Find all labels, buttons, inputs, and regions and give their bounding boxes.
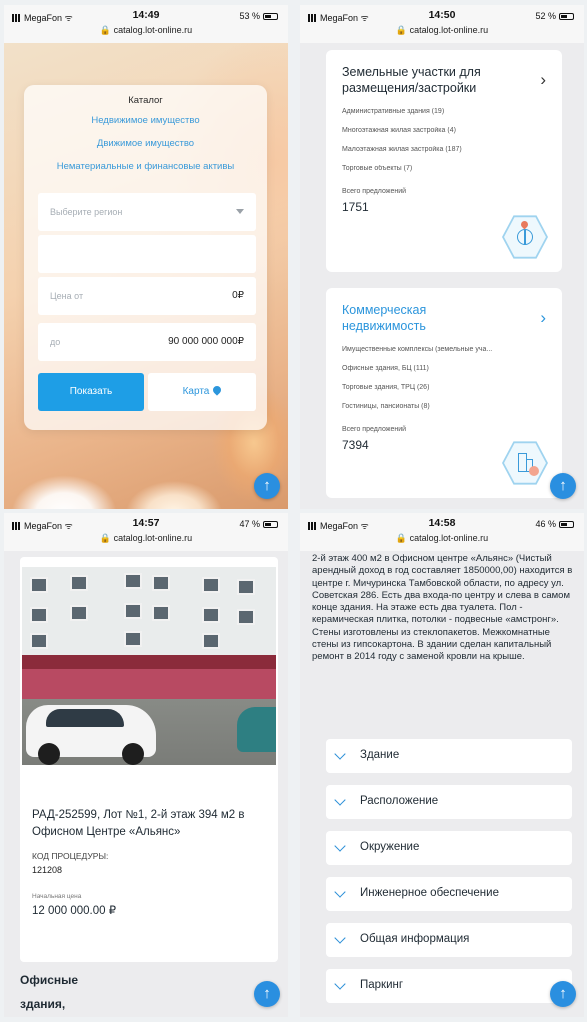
price-to-input[interactable]: до 90 000 000 000₽ [38,323,256,361]
lot-description: 2-й этаж 400 м2 в Офисном центре «Альянс… [312,553,573,663]
url-bar[interactable]: catalog.lot-online.ru [410,533,489,543]
subcategory-item[interactable]: Торговые объекты (7) [342,165,532,172]
globe-pin-icon [502,215,548,259]
section-general-info[interactable]: Общая информация [326,923,572,957]
category-heading: Офисные здания, БЦ [20,968,100,1017]
price-from-value: 0₽ [232,290,244,301]
battery-percent: 47 % [239,519,260,529]
status-bar: MegaFon ᯤ 14:50 52 % 🔒 catalog.lot-onlin… [300,5,584,43]
scroll-up-button[interactable]: ↑ [254,981,280,1007]
status-bar: MegaFon ᯤ 14:58 46 % 🔒 catalog.lot-onlin… [300,513,584,551]
screen-lot-details: MegaFon ᯤ 14:58 46 % 🔒 catalog.lot-onlin… [300,513,584,1017]
scroll-up-button[interactable]: ↑ [550,473,576,499]
lock-icon: 🔒 [395,25,408,35]
battery-icon [263,521,278,528]
subcategory-item[interactable]: Малоэтажная жилая застройка (187) [342,146,532,153]
subcategory-item[interactable]: Торговые здания, ТРЦ (26) [342,384,532,391]
link-movable-property[interactable]: Движимое имущество [24,138,267,149]
price-to-value: 90 000 000 000₽ [168,336,244,347]
map-pin-icon [211,384,224,396]
show-button[interactable]: Показать [38,373,144,411]
chevron-right-icon[interactable]: › [540,308,546,328]
section-label: Здание [360,749,400,761]
subcategory-item[interactable]: Многоэтажная жилая застройка (4) [342,127,532,134]
battery-percent: 53 % [239,11,260,21]
subcategory-item[interactable]: Офисные здания, БЦ (111) [342,365,532,372]
subcategory-item[interactable]: Гостиницы, пансионаты (8) [342,403,532,410]
lot-card[interactable]: РАД-252599, Лот №1, 2-й этаж 394 м2 в Оф… [20,557,278,962]
start-price-value: 12 000 000.00 ₽ [32,905,117,917]
arrow-up-icon: ↑ [559,985,567,1002]
lock-icon: 🔒 [395,533,408,543]
battery-icon [559,13,574,20]
price-to-label: до [50,337,61,347]
chevron-down-icon [334,840,346,852]
start-price-label: Начальная цена [32,893,82,900]
url-bar[interactable]: catalog.lot-online.ru [114,533,193,543]
section-parking[interactable]: Паркинг [326,969,572,1003]
region-select[interactable]: Выберите регион [38,193,256,231]
chevron-down-icon [334,932,346,944]
dropdown-caret-icon [236,209,244,214]
section-label: Инженерное обеспечение [360,887,499,899]
screen-lot-card: MegaFon ᯤ 14:57 47 % 🔒 catalog.lot-onlin… [4,513,288,1017]
screen-categories: MegaFon ᯤ 14:50 52 % 🔒 catalog.lot-onlin… [300,5,584,509]
catalog-search-card: Каталог Недвижимое имущество Движимое им… [24,85,267,430]
link-real-estate[interactable]: Недвижимое имущество [24,115,267,126]
section-label: Общая информация [360,933,470,945]
status-bar: MegaFon ᯤ 14:49 53 % 🔒 catalog.lot-onlin… [4,5,288,43]
lot-photo[interactable] [22,567,276,765]
section-utilities[interactable]: Инженерное обеспечение [326,877,572,911]
empty-field[interactable] [38,235,256,273]
scroll-up-button[interactable]: ↑ [550,981,576,1007]
lot-title[interactable]: РАД-252599, Лот №1, 2-й этаж 394 м2 в Оф… [32,807,272,841]
chevron-down-icon [334,886,346,898]
price-from-input[interactable]: Цена от 0₽ [38,277,256,315]
region-placeholder: Выберите регион [50,207,123,217]
battery-icon [559,521,574,528]
section-building[interactable]: Здание [326,739,572,773]
section-label: Окружение [360,841,420,853]
chevron-down-icon [334,978,346,990]
chevron-down-icon [334,794,346,806]
subcategory-item[interactable]: Имущественные комплексы (земельные уча..… [342,346,532,353]
chevron-down-icon [334,748,346,760]
category-title: Земельные участки для размещения/застрой… [342,65,481,95]
section-label: Расположение [360,795,439,807]
catalog-title: Каталог [128,95,163,106]
category-card-commercial[interactable]: Коммерческая недвижимость › Имущественны… [326,288,562,498]
battery-percent: 46 % [535,519,556,529]
lock-icon: 🔒 [99,533,112,543]
category-card-land[interactable]: Земельные участки для размещения/застрой… [326,50,562,272]
arrow-up-icon: ↑ [263,477,271,494]
price-from-label: Цена от [50,291,84,301]
category-word: БЦ [20,1016,100,1017]
url-bar[interactable]: catalog.lot-online.ru [114,25,193,35]
section-location[interactable]: Расположение [326,785,572,819]
section-surroundings[interactable]: Окружение [326,831,572,865]
total-offers-label: Всего предложений [342,426,407,433]
total-offers-label: Всего предложений [342,188,407,195]
battery-percent: 52 % [535,11,556,21]
subcategory-item[interactable]: Административные здания (19) [342,108,532,115]
link-intangible-assets[interactable]: Нематериальные и финансовые активы [24,161,267,172]
scroll-up-button[interactable]: ↑ [254,473,280,499]
map-button[interactable]: Карта [148,373,256,411]
arrow-up-icon: ↑ [559,477,567,494]
arrow-up-icon: ↑ [263,985,271,1002]
chevron-right-icon[interactable]: › [540,70,546,90]
section-label: Паркинг [360,979,404,991]
status-bar: MegaFon ᯤ 14:57 47 % 🔒 catalog.lot-onlin… [4,513,288,551]
screen-catalog-search: MegaFon ᯤ 14:49 53 % 🔒 catalog.lot-onlin… [4,5,288,509]
category-title: Коммерческая недвижимость [342,303,427,333]
procedure-code-label: КОД ПРОЦЕДУРЫ: [32,851,109,861]
map-button-label: Карта [182,386,210,397]
category-word: здания, [20,997,66,1011]
category-word: Офисные [20,973,79,987]
url-bar[interactable]: catalog.lot-online.ru [410,25,489,35]
lock-icon: 🔒 [99,25,112,35]
total-offers-value: 1751 [342,200,369,214]
procedure-code-value: 121208 [32,865,63,875]
battery-icon [263,13,278,20]
